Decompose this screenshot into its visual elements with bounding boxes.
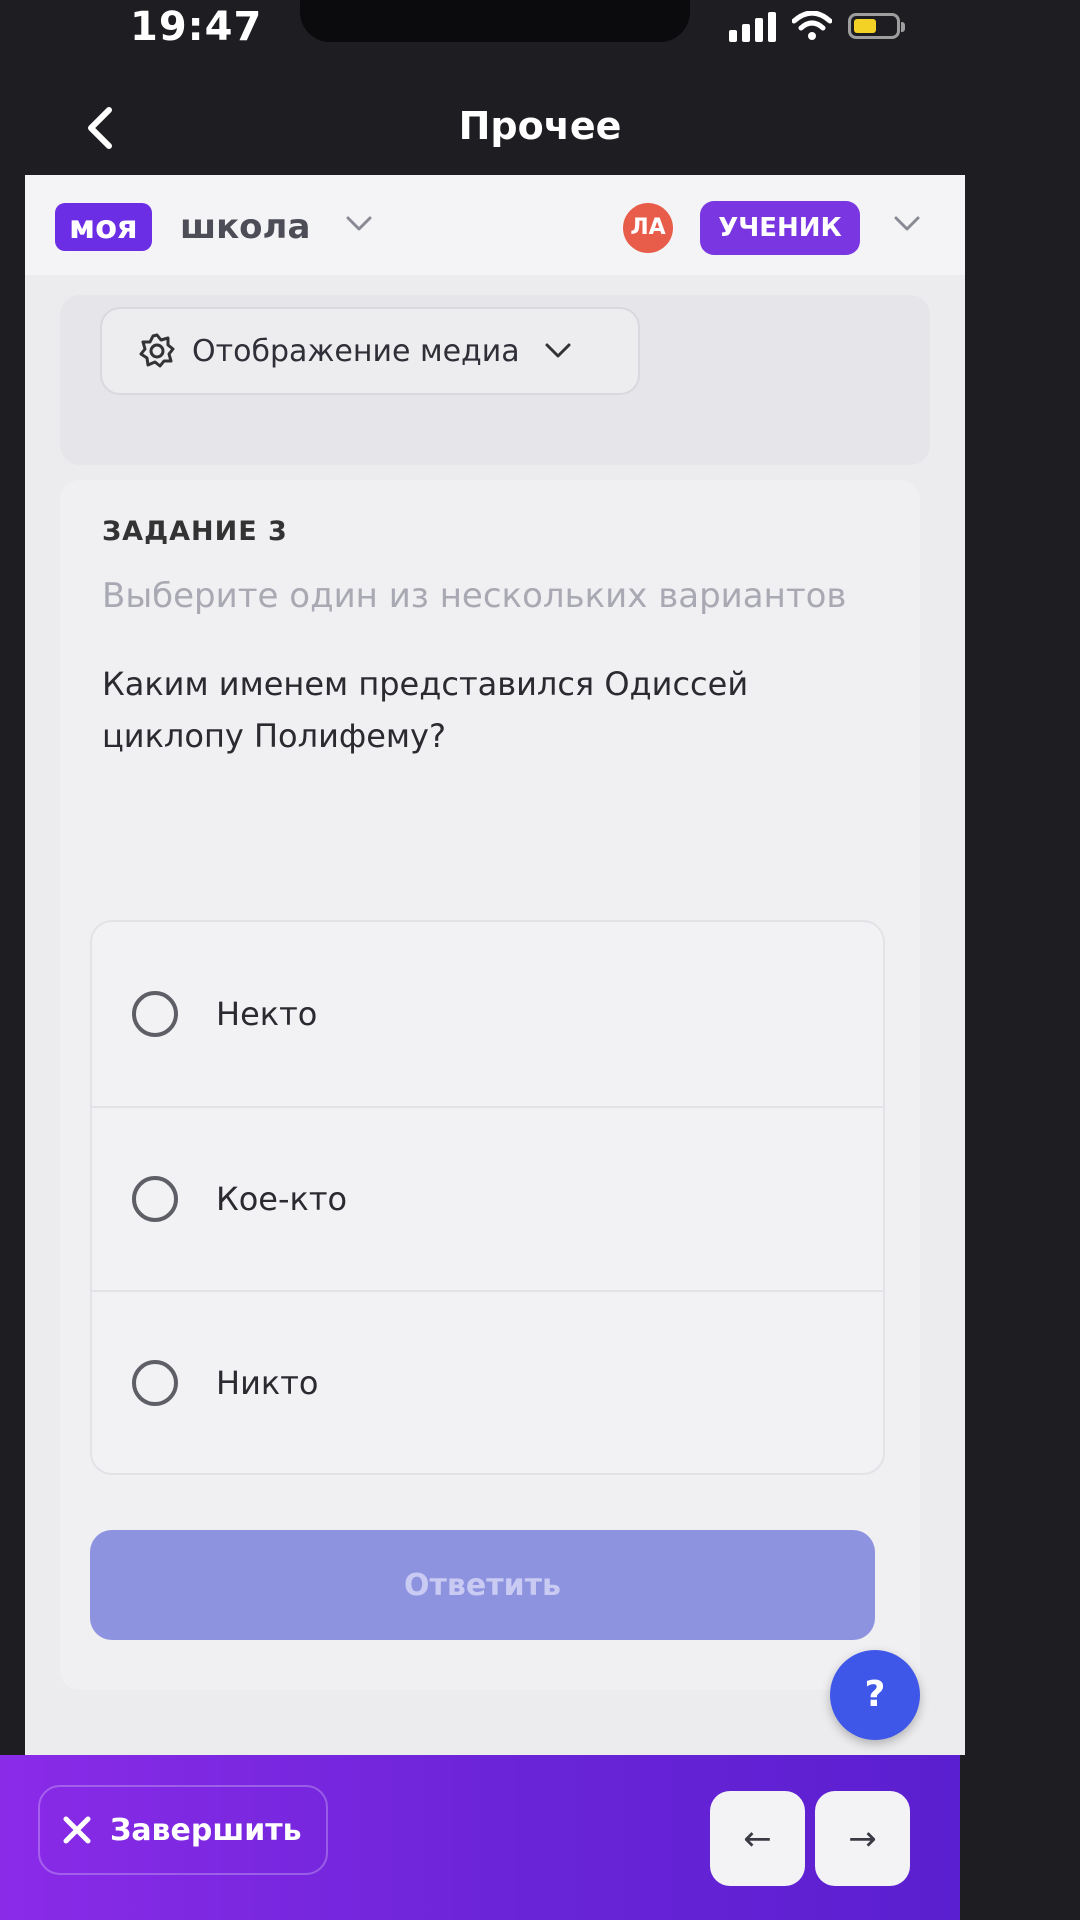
battery-charging-icon <box>848 13 905 39</box>
status-time: 19:47 <box>130 4 263 50</box>
answer-button[interactable]: Ответить <box>90 1530 875 1640</box>
option-label: Кое-кто <box>216 1180 348 1218</box>
option-label: Некто <box>216 995 318 1033</box>
help-button[interactable]: ? <box>830 1650 920 1740</box>
page-title: Прочее <box>458 104 622 148</box>
status-icons <box>729 10 905 42</box>
option-koe-kto[interactable]: Кое-кто <box>92 1106 883 1290</box>
media-display-label: Отображение медиа <box>192 333 520 369</box>
logo-text[interactable]: школа <box>180 203 310 251</box>
radio-button[interactable] <box>132 1176 178 1222</box>
avatar[interactable]: ЛА <box>623 203 673 253</box>
finish-button[interactable]: Завершить <box>38 1785 328 1875</box>
option-nikto[interactable]: Никто <box>92 1290 883 1473</box>
arrow-left-icon: ← <box>743 1818 772 1859</box>
cellular-signal-icon <box>729 10 776 42</box>
finish-label: Завершить <box>110 1812 302 1848</box>
media-settings-panel: Отображение медиа <box>60 295 930 465</box>
chevron-down-icon[interactable] <box>345 215 373 233</box>
logo-badge[interactable]: моя <box>55 203 152 251</box>
chevron-down-icon[interactable] <box>893 215 921 233</box>
task-card: ЗАДАНИЕ 3 Выберите один из нескольких ва… <box>60 480 920 1690</box>
media-display-dropdown[interactable]: Отображение медиа <box>100 307 640 395</box>
radio-button[interactable] <box>132 991 178 1037</box>
close-icon <box>63 1816 91 1844</box>
chevron-down-icon <box>545 343 571 358</box>
options-list: Некто Кое-кто Никто <box>90 920 885 1475</box>
option-nekto[interactable]: Некто <box>92 922 883 1106</box>
next-task-button[interactable]: → <box>815 1791 910 1886</box>
wifi-icon <box>792 11 832 40</box>
nav-bar: Прочее <box>0 90 1080 170</box>
option-label: Никто <box>216 1364 319 1402</box>
arrow-right-icon: → <box>848 1818 877 1859</box>
task-question: Каким именем представился Одиссей циклоп… <box>102 665 749 755</box>
web-content: моя школа ЛА УЧЕНИК Отображение медиа ЗА… <box>25 175 965 1755</box>
prev-task-button[interactable]: ← <box>710 1791 805 1886</box>
app-header: моя школа ЛА УЧЕНИК <box>25 175 965 275</box>
task-hint: Выберите один из нескольких вариантов <box>102 576 847 616</box>
bottom-bar: Завершить ← → <box>0 1755 960 1920</box>
gear-icon <box>139 333 175 368</box>
status-bar: 19:47 <box>0 0 1080 70</box>
camera-notch <box>300 0 690 42</box>
radio-button[interactable] <box>132 1360 178 1406</box>
task-number: ЗАДАНИЕ 3 <box>102 516 288 547</box>
role-badge[interactable]: УЧЕНИК <box>700 201 860 255</box>
